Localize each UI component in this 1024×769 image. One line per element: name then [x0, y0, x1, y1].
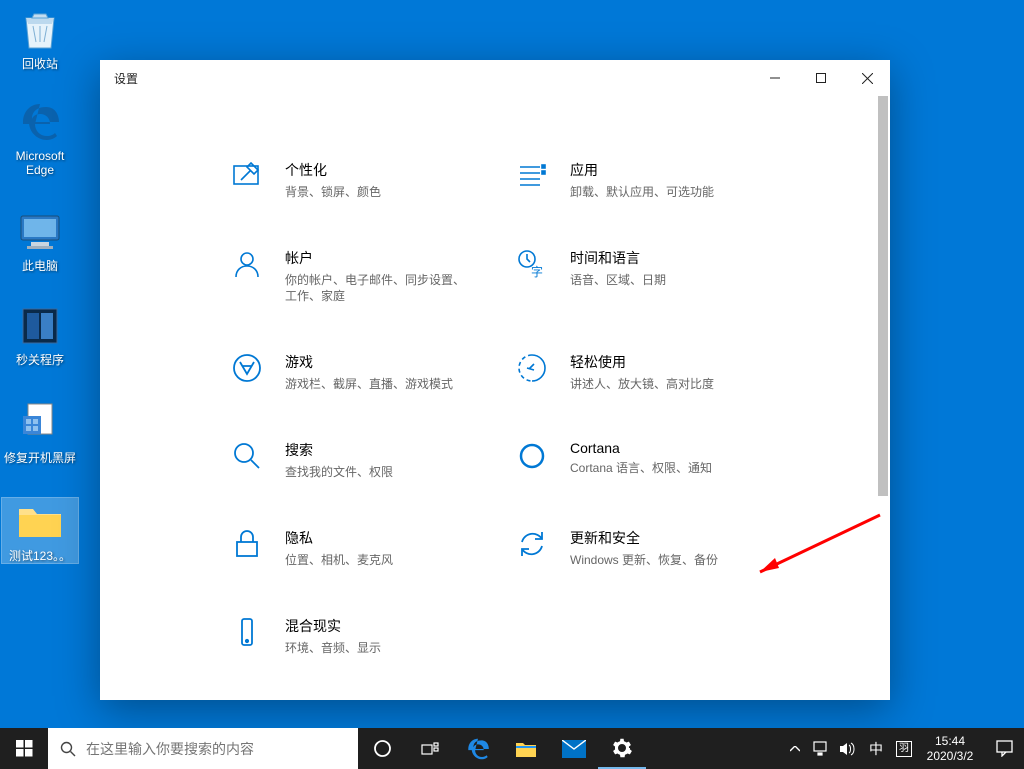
system-tray: 中 羽 15:44 2020/3/2 [782, 728, 1024, 769]
taskbar-clock[interactable]: 15:44 2020/3/2 [916, 728, 984, 769]
tray-volume-icon[interactable] [834, 728, 860, 769]
category-apps[interactable]: 应用卸载、默认应用、可选功能 [510, 154, 785, 202]
tray-network-icon[interactable] [808, 728, 834, 769]
privacy-icon [227, 524, 267, 564]
taskbar: 中 羽 15:44 2020/3/2 [0, 728, 1024, 769]
cortana-icon [512, 436, 552, 476]
search-icon [60, 741, 76, 757]
ease-icon [512, 348, 552, 388]
category-title: 轻松使用 [570, 352, 714, 372]
desktop-icon-edge[interactable]: Microsoft Edge [2, 98, 78, 177]
category-title: 时间和语言 [570, 248, 666, 268]
desktop-icon-shortcut2[interactable]: 修复开机黑屏 [2, 400, 78, 465]
time-icon: 字 [512, 244, 552, 284]
taskbar-app-explorer[interactable] [502, 728, 550, 769]
task-view-button[interactable] [406, 728, 454, 769]
category-subtitle: 卸载、默认应用、可选功能 [570, 184, 714, 200]
category-cortana[interactable]: Cortana Cortana 语言、权限、通知 [510, 434, 785, 482]
category-title: 帐户 [285, 248, 475, 268]
taskbar-app-edge[interactable] [454, 728, 502, 769]
edge-icon [16, 98, 64, 146]
folder-icon [16, 498, 64, 546]
update-icon [512, 524, 552, 564]
maximize-button[interactable] [798, 60, 844, 96]
svg-text:字: 字 [531, 264, 543, 279]
regedit-icon [16, 400, 64, 448]
search-input[interactable] [86, 741, 358, 757]
taskbar-search[interactable] [48, 728, 358, 769]
minimize-button[interactable] [752, 60, 798, 96]
gaming-icon [227, 348, 267, 388]
tray-chevron-icon[interactable] [782, 728, 808, 769]
taskbar-app-mail[interactable] [550, 728, 598, 769]
search-icon [227, 436, 267, 476]
category-title: 搜索 [285, 440, 393, 460]
desktop-icon-recycle-bin[interactable]: 回收站 [2, 6, 78, 71]
category-update[interactable]: 更新和安全 Windows 更新、恢复、备份 [510, 522, 785, 570]
desktop-icon-shortcut1[interactable]: 秒关程序 [2, 302, 78, 367]
category-subtitle: Windows 更新、恢复、备份 [570, 552, 718, 568]
category-subtitle: 你的帐户、电子邮件、同步设置、工作、家庭 [285, 272, 475, 304]
scrollbar-thumb[interactable] [878, 96, 888, 496]
scrollbar[interactable] [878, 96, 888, 700]
category-title: 应用 [570, 160, 714, 180]
ime-mode[interactable]: 羽 [896, 741, 912, 757]
category-title: 更新和安全 [570, 528, 718, 548]
category-title: 个性化 [285, 160, 381, 180]
category-mixed[interactable]: 混合现实环境、音频、显示 [225, 610, 500, 658]
category-subtitle: 游戏栏、截屏、直播、游戏模式 [285, 376, 453, 392]
recycle-bin-icon [16, 6, 64, 54]
taskbar-app-settings[interactable] [598, 728, 646, 769]
desktop-icon-folder[interactable]: 测试123。。 [2, 498, 78, 563]
category-personalization[interactable]: 个性化背景、锁屏、颜色 [225, 154, 500, 202]
action-center-icon[interactable] [984, 728, 1024, 769]
category-subtitle: 背景、锁屏、颜色 [285, 184, 381, 200]
mixed-icon [227, 612, 267, 652]
ime-indicator[interactable]: 中 [860, 728, 892, 769]
category-subtitle: 查找我的文件、权限 [285, 464, 393, 480]
category-accounts[interactable]: 帐户你的帐户、电子邮件、同步设置、工作、家庭 [225, 242, 500, 306]
category-gaming[interactable]: 游戏游戏栏、截屏、直播、游戏模式 [225, 346, 500, 394]
category-title: 游戏 [285, 352, 453, 372]
apps-icon [512, 156, 552, 196]
app-icon [16, 302, 64, 350]
titlebar[interactable]: 设置 [100, 60, 890, 96]
accounts-icon [227, 244, 267, 284]
settings-window: 设置 个性化背景、锁屏、颜色应用卸载、默认应用、可选功能帐户你的帐户、电子邮件、… [100, 60, 890, 700]
category-ease[interactable]: 轻松使用讲述人、放大镜、高对比度 [510, 346, 785, 394]
category-title: 隐私 [285, 528, 393, 548]
category-title: Cortana [570, 440, 712, 456]
category-search[interactable]: 搜索查找我的文件、权限 [225, 434, 500, 482]
category-subtitle: 讲述人、放大镜、高对比度 [570, 376, 714, 392]
cortana-button[interactable] [358, 728, 406, 769]
category-subtitle: Cortana 语言、权限、通知 [570, 460, 712, 476]
category-subtitle: 环境、音频、显示 [285, 640, 381, 656]
start-button[interactable] [0, 728, 48, 769]
this-pc-icon [16, 208, 64, 256]
window-title: 设置 [114, 70, 138, 87]
desktop-icon-this-pc[interactable]: 此电脑 [2, 208, 78, 273]
category-title: 混合现实 [285, 616, 381, 636]
close-button[interactable] [844, 60, 890, 96]
category-subtitle: 位置、相机、麦克风 [285, 552, 393, 568]
personalization-icon [227, 156, 267, 196]
category-subtitle: 语音、区域、日期 [570, 272, 666, 288]
category-privacy[interactable]: 隐私位置、相机、麦克风 [225, 522, 500, 570]
category-time[interactable]: 字 时间和语言语音、区域、日期 [510, 242, 785, 306]
